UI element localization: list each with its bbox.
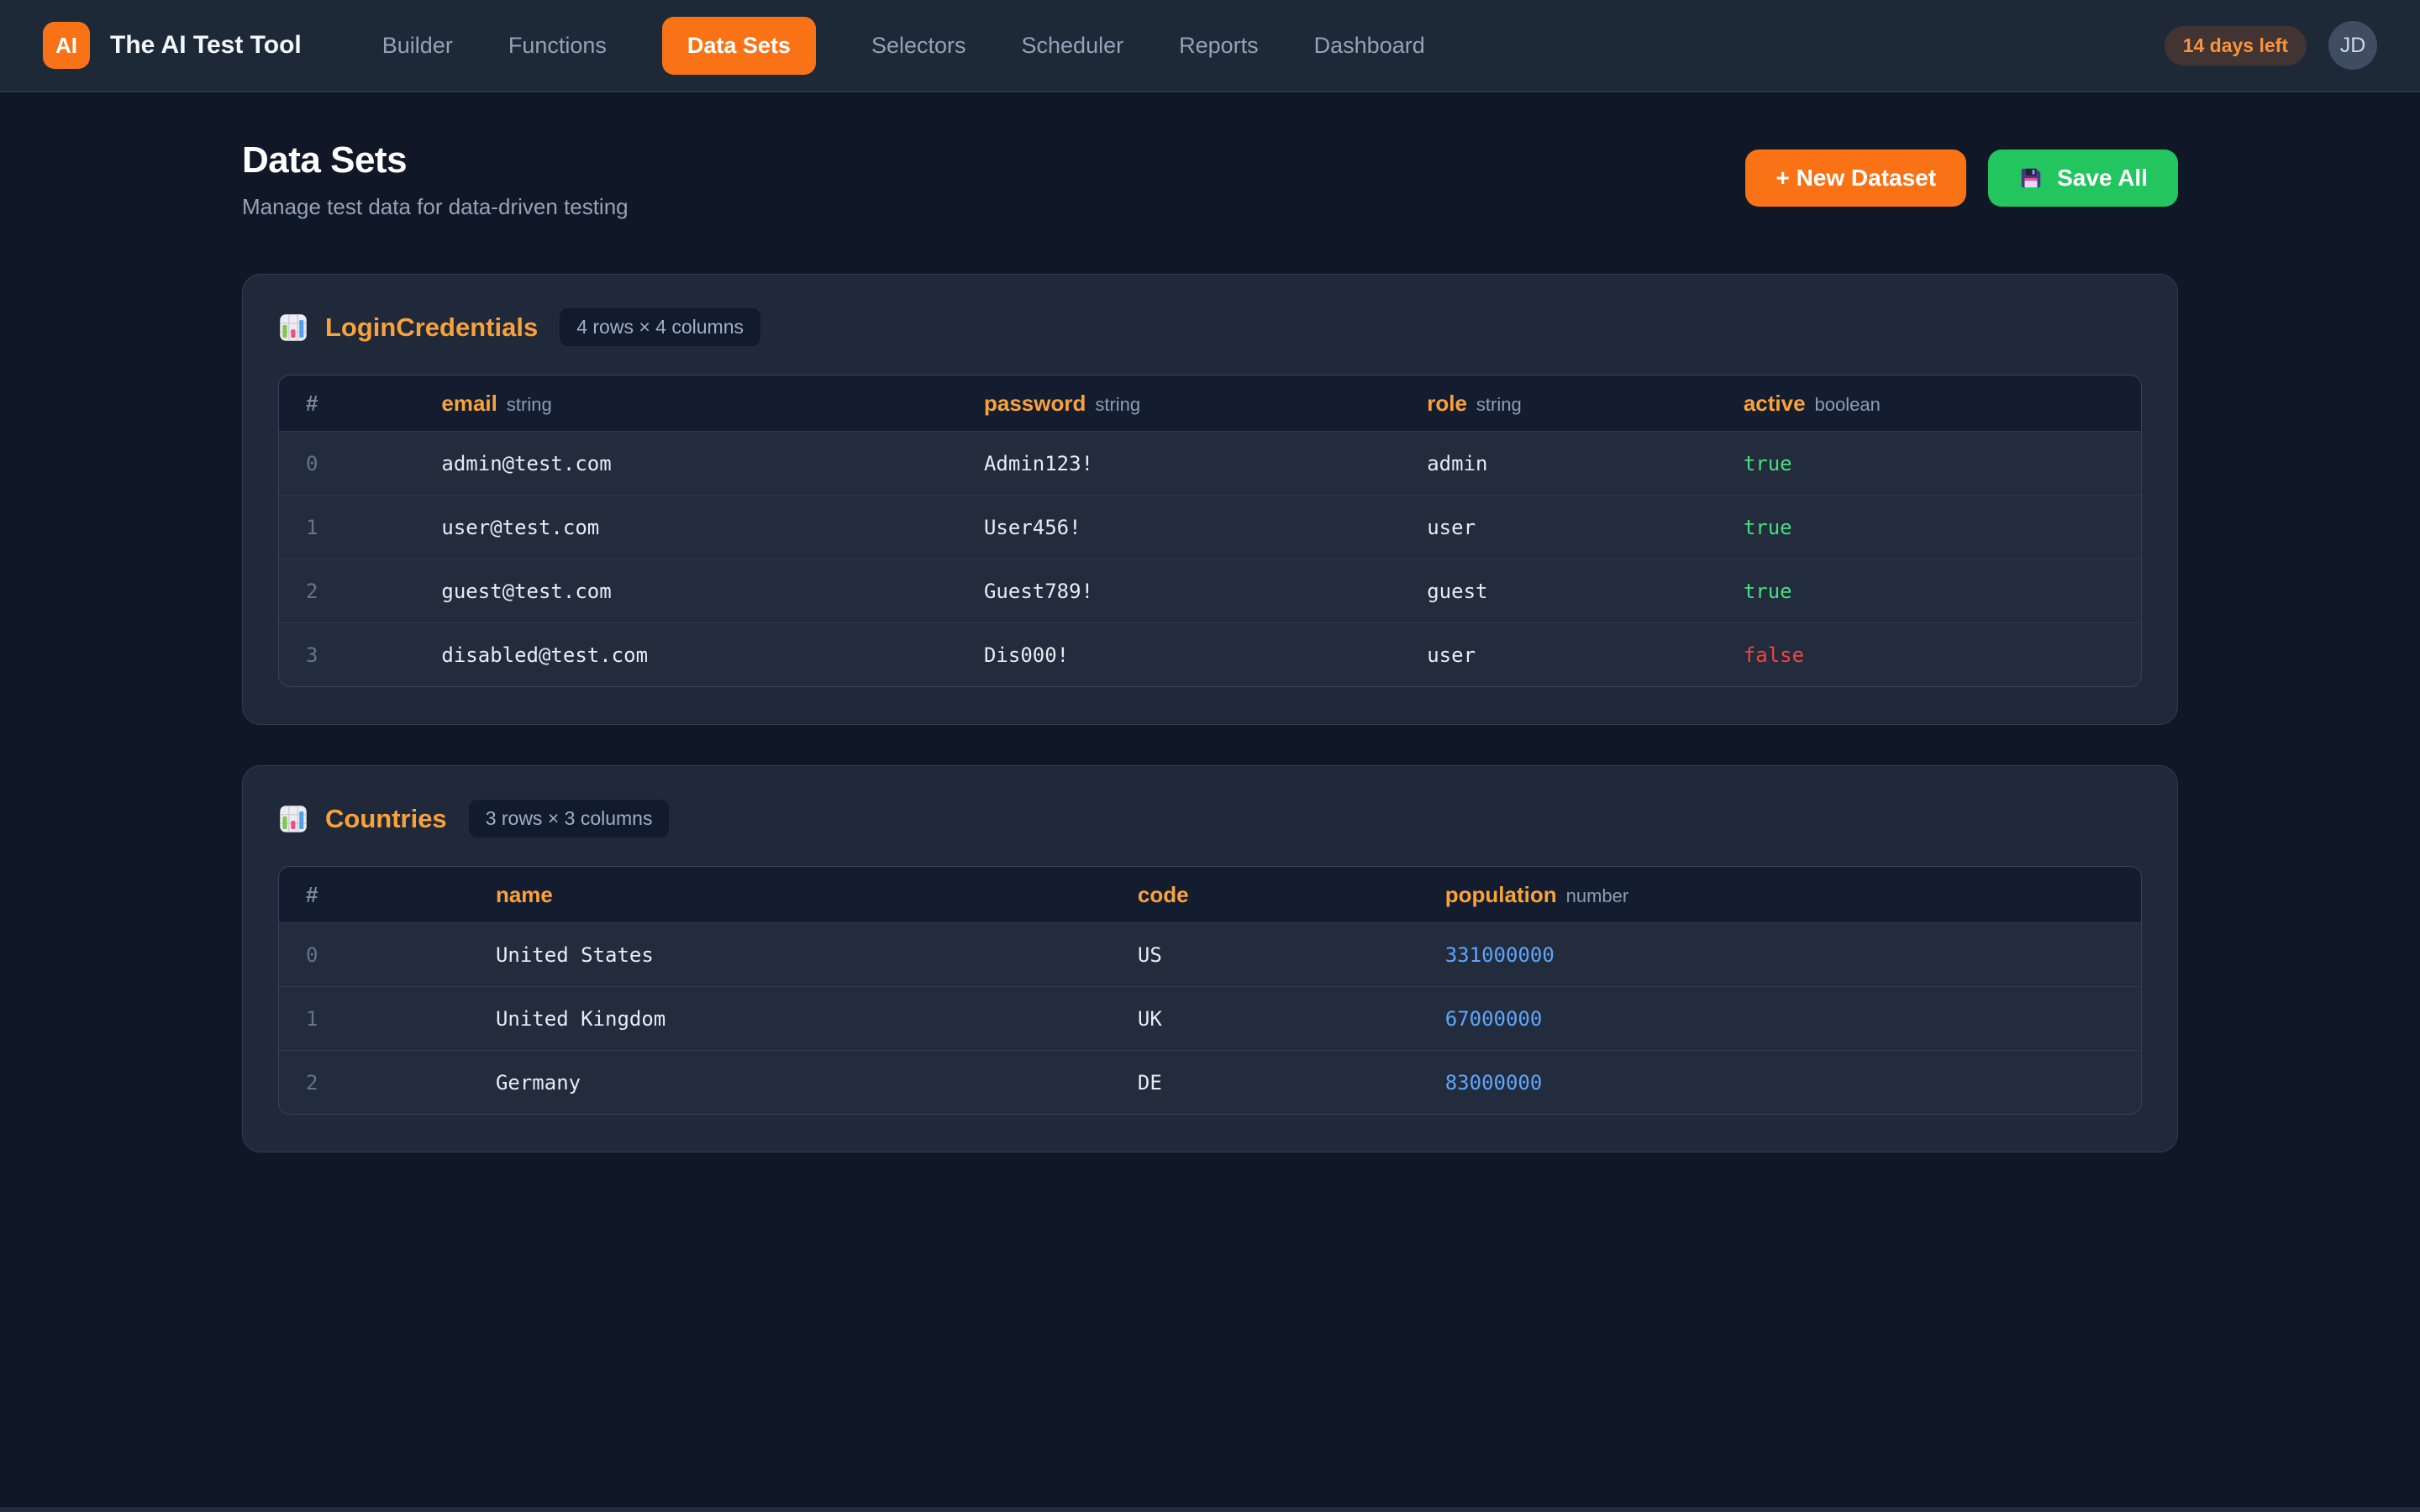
main-content: Data Sets Manage test data for data-driv… xyxy=(242,139,2178,1152)
column-header-code: code xyxy=(1138,882,1445,908)
dataset-card: Countries 3 rows × 3 columns #namecodepo… xyxy=(242,765,2178,1152)
column-header-population: populationnumber xyxy=(1445,882,2114,908)
table-cell: 331000000 xyxy=(1445,943,2114,967)
table-cell: admin xyxy=(1427,452,1744,475)
table-cell: United Kingdom xyxy=(496,1007,1138,1031)
column-header-role: rolestring xyxy=(1427,391,1744,417)
dataset-card-header: LoginCredentials 4 rows × 4 columns xyxy=(278,308,2142,346)
table-cell: true xyxy=(1744,452,2114,475)
table-header-row: #namecodepopulationnumber xyxy=(279,867,2141,922)
table-cell: User456! xyxy=(984,516,1427,539)
column-header-active: activeboolean xyxy=(1744,391,2114,417)
column-header-password: passwordstring xyxy=(984,391,1427,417)
save-all-label: Save All xyxy=(2057,165,2148,192)
app-title: The AI Test Tool xyxy=(110,31,302,60)
app-logo: AI xyxy=(43,22,90,69)
page-header: Data Sets Manage test data for data-driv… xyxy=(242,139,2178,220)
dataset-title: LoginCredentials xyxy=(325,312,538,343)
table-row: 3disabled@test.comDis000!userfalse xyxy=(279,622,2141,686)
top-nav: AI The AI Test Tool Builder Functions Da… xyxy=(0,0,2420,92)
user-avatar[interactable]: JD xyxy=(2328,21,2377,70)
table-cell: 2 xyxy=(306,580,441,603)
nav-item-data-sets[interactable]: Data Sets xyxy=(662,17,816,75)
table-cell: Dis000! xyxy=(984,643,1427,667)
dataset-dimensions-badge: 4 rows × 4 columns xyxy=(560,308,760,346)
nav-item-builder[interactable]: Builder xyxy=(382,33,453,59)
table-cell: 67000000 xyxy=(1445,1007,2114,1031)
table-cell: 1 xyxy=(306,1007,496,1031)
table-cell: United States xyxy=(496,943,1138,967)
table-cell: UK xyxy=(1138,1007,1445,1031)
table-cell: disabled@test.com xyxy=(441,643,984,667)
bar-chart-icon xyxy=(278,804,308,834)
column-header-name: name xyxy=(496,882,1138,908)
trial-days-badge: 14 days left xyxy=(2165,26,2307,66)
table-row: 1user@test.comUser456!usertrue xyxy=(279,495,2141,559)
nav-item-dashboard[interactable]: Dashboard xyxy=(1314,33,1425,59)
table-cell: 0 xyxy=(306,943,496,967)
page-actions: + New Dataset Save All xyxy=(1745,150,2178,207)
table-cell: admin@test.com xyxy=(441,452,984,475)
page-title: Data Sets xyxy=(242,139,629,181)
nav-item-selectors[interactable]: Selectors xyxy=(871,33,966,59)
save-all-button[interactable]: Save All xyxy=(1988,150,2178,207)
floppy-disk-icon xyxy=(2018,165,2044,191)
column-header-index: # xyxy=(306,882,496,908)
table-row: 2GermanyDE83000000 xyxy=(279,1050,2141,1114)
table-row: 0admin@test.comAdmin123!admintrue xyxy=(279,431,2141,495)
table-row: 0United StatesUS331000000 xyxy=(279,922,2141,986)
dataset-table: #emailstringpasswordstringrolestringacti… xyxy=(278,375,2142,687)
dataset-card: LoginCredentials 4 rows × 4 columns #ema… xyxy=(242,274,2178,725)
nav-item-reports[interactable]: Reports xyxy=(1179,33,1259,59)
table-cell: DE xyxy=(1138,1071,1445,1095)
main-nav: Builder Functions Data Sets Selectors Sc… xyxy=(382,17,1425,75)
table-cell: user xyxy=(1427,643,1744,667)
table-header-row: #emailstringpasswordstringrolestringacti… xyxy=(279,375,2141,431)
nav-item-functions[interactable]: Functions xyxy=(508,33,607,59)
column-header-index: # xyxy=(306,391,441,417)
table-cell: Guest789! xyxy=(984,580,1427,603)
table-cell: 3 xyxy=(306,643,441,667)
table-cell: 1 xyxy=(306,516,441,539)
new-dataset-button[interactable]: + New Dataset xyxy=(1745,150,1966,207)
dataset-card-header: Countries 3 rows × 3 columns xyxy=(278,800,2142,837)
column-header-email: emailstring xyxy=(441,391,984,417)
dataset-dimensions-badge: 3 rows × 3 columns xyxy=(469,800,670,837)
table-row: 2guest@test.comGuest789!guesttrue xyxy=(279,559,2141,622)
dataset-table: #namecodepopulationnumber 0United States… xyxy=(278,866,2142,1115)
bar-chart-icon xyxy=(278,312,308,343)
table-cell: 2 xyxy=(306,1071,496,1095)
table-cell: true xyxy=(1744,580,2114,603)
table-cell: guest xyxy=(1427,580,1744,603)
dataset-title: Countries xyxy=(325,804,447,834)
table-cell: guest@test.com xyxy=(441,580,984,603)
table-cell: user xyxy=(1427,516,1744,539)
table-cell: true xyxy=(1744,516,2114,539)
table-cell: user@test.com xyxy=(441,516,984,539)
dataset-cards: LoginCredentials 4 rows × 4 columns #ema… xyxy=(242,274,2178,1152)
page-subtitle: Manage test data for data-driven testing xyxy=(242,194,629,220)
table-cell: US xyxy=(1138,943,1445,967)
table-cell: 83000000 xyxy=(1445,1071,2114,1095)
nav-item-scheduler[interactable]: Scheduler xyxy=(1022,33,1124,59)
table-row: 1United KingdomUK67000000 xyxy=(279,986,2141,1050)
bottom-scrollbar-track[interactable] xyxy=(0,1507,2420,1512)
table-cell: Germany xyxy=(496,1071,1138,1095)
table-cell: 0 xyxy=(306,452,441,475)
table-cell: false xyxy=(1744,643,2114,667)
table-cell: Admin123! xyxy=(984,452,1427,475)
